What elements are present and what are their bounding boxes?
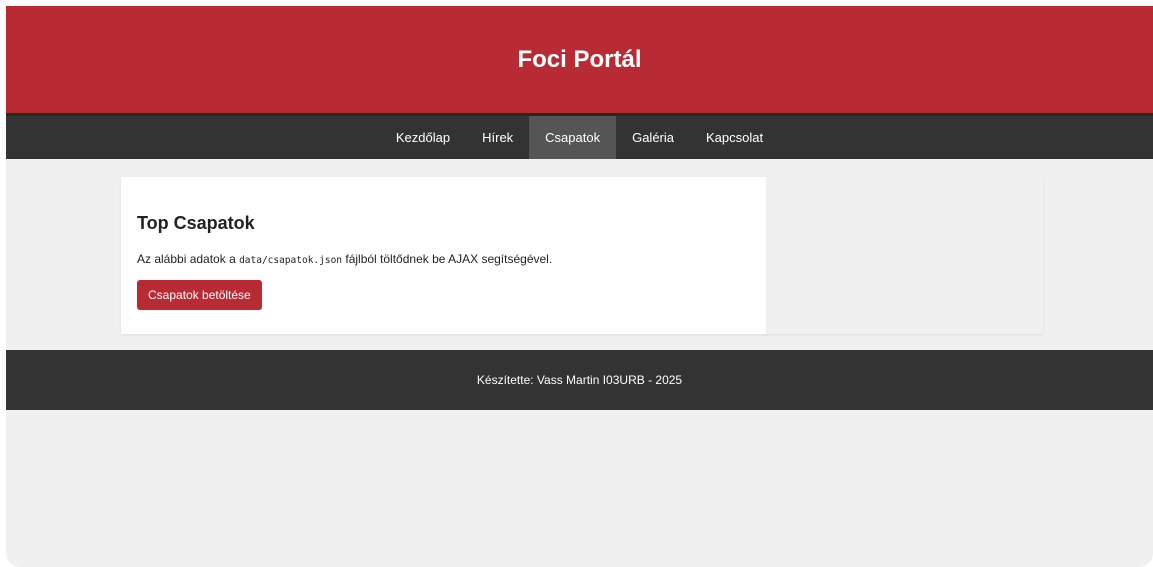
json-path-code: data/csapatok.json [239, 255, 343, 266]
content-container: Top Csapatok Az alábbi adatok a data/csa… [121, 177, 1043, 334]
nav-item-galeria[interactable]: Galéria [616, 116, 690, 159]
nav-item-kezdolap[interactable]: Kezdőlap [380, 116, 466, 159]
site-header: Foci Portál [6, 6, 1153, 113]
section-description: Az alábbi adatok a data/csapatok.json fá… [137, 252, 750, 266]
teams-card: Top Csapatok Az alábbi adatok a data/csa… [121, 177, 766, 334]
site-footer: Készítette: Vass Martin I03URB - 2025 [6, 350, 1153, 410]
browser-viewport: Foci Portál Kezdőlap Hírek Csapatok Galé… [6, 6, 1153, 567]
nav-item-hirek[interactable]: Hírek [466, 116, 529, 159]
load-teams-button[interactable]: Csapatok betöltése [137, 280, 262, 310]
site-title: Foci Portál [517, 45, 642, 73]
main-nav: Kezdőlap Hírek Csapatok Galéria Kapcsola… [6, 116, 1153, 159]
nav-item-kapcsolat[interactable]: Kapcsolat [690, 116, 779, 159]
description-suffix: fájlból töltődnek be AJAX segítségével. [342, 252, 553, 266]
description-prefix: Az alábbi adatok a [137, 252, 240, 266]
nav-item-csapatok[interactable]: Csapatok [529, 116, 617, 159]
footer-credits: Készítette: Vass Martin I03URB - 2025 [476, 373, 683, 387]
section-heading: Top Csapatok [137, 213, 255, 233]
